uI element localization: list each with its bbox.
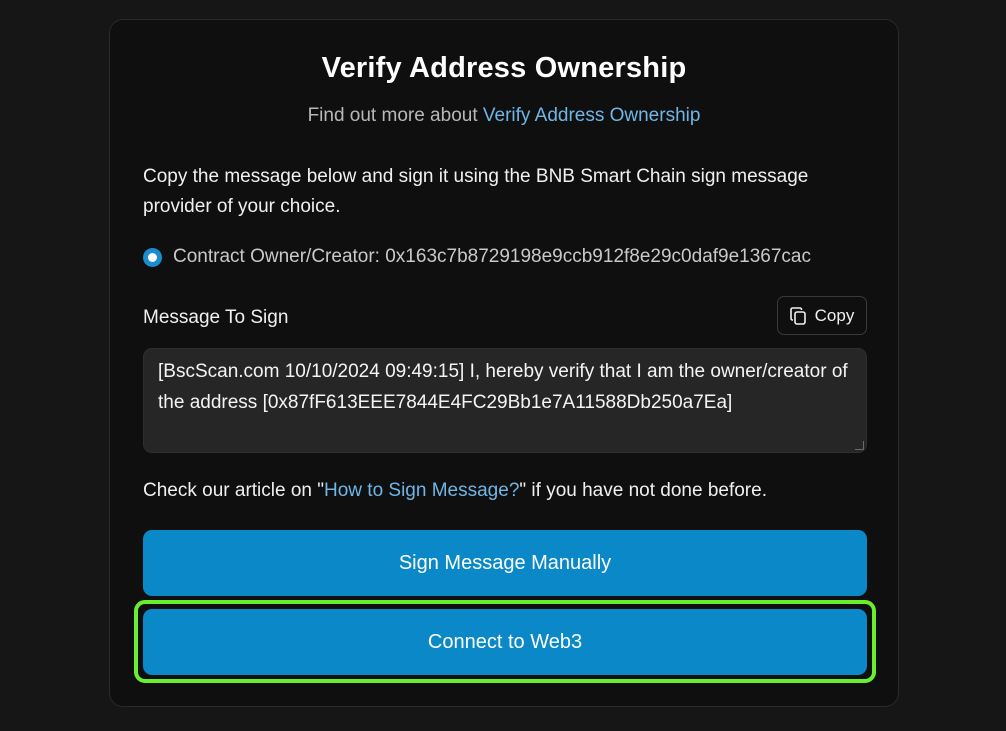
subtitle-text: Find out more about xyxy=(307,105,483,126)
copy-icon xyxy=(789,306,806,325)
resize-handle[interactable] xyxy=(855,441,864,450)
message-textarea[interactable]: [BscScan.com 10/10/2024 09:49:15] I, her… xyxy=(143,348,867,453)
article-suffix: " if you have not done before. xyxy=(519,480,767,501)
article-prefix: Check our article on " xyxy=(143,480,324,501)
copy-button-label: Copy xyxy=(814,305,855,325)
owner-option[interactable]: Contract Owner/Creator: 0x163c7b8729198e… xyxy=(143,246,811,268)
connect-web3-button[interactable]: Connect to Web3 xyxy=(143,609,867,675)
verify-ownership-card: Verify Address Ownership Find out more a… xyxy=(109,19,899,707)
instructions-text: Copy the message below and sign it using… xyxy=(143,166,809,217)
sign-manually-button[interactable]: Sign Message Manually xyxy=(143,530,867,596)
copy-button[interactable]: Copy xyxy=(777,296,867,335)
owner-radio[interactable] xyxy=(143,247,162,267)
subtitle: Find out more about Verify Address Owner… xyxy=(110,105,898,127)
connect-web3-label: Connect to Web3 xyxy=(427,630,583,653)
sign-manually-label: Sign Message Manually xyxy=(398,551,612,574)
message-label: Message To Sign xyxy=(143,307,289,328)
message-text: [BscScan.com 10/10/2024 09:49:15] I, her… xyxy=(158,361,848,413)
page-title: Verify Address Ownership xyxy=(321,52,687,84)
how-to-sign-link[interactable]: How to Sign Message? xyxy=(324,480,519,501)
owner-option-label: Contract Owner/Creator: 0x163c7b8729198e… xyxy=(173,246,812,267)
article-note: Check our article on "How to Sign Messag… xyxy=(143,480,767,502)
verify-ownership-link[interactable]: Verify Address Ownership xyxy=(483,105,701,126)
